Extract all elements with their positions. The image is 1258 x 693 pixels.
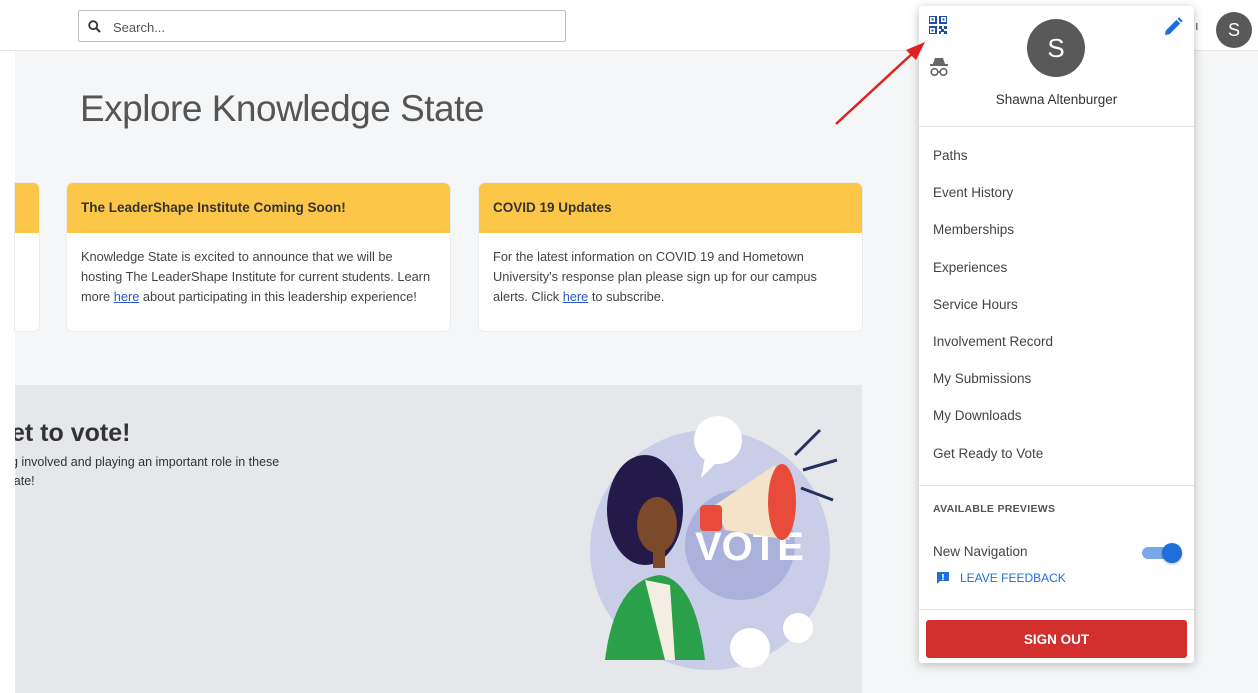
banner-title: et to vote! [15,419,131,447]
menu-item-event-history[interactable]: Event History [919,174,1194,211]
menu-item-involvement-record[interactable]: Involvement Record [919,323,1194,360]
menu-item-my-submissions[interactable]: My Submissions [919,360,1194,397]
available-previews-heading: AVAILABLE PREVIEWS [933,503,1056,515]
incognito-icon[interactable] [929,56,949,78]
card-body: Knowledge State is excited to announce t… [67,233,450,321]
new-navigation-label: New Navigation [933,544,1028,559]
card-text: about participating in this leadership e… [139,289,417,304]
edit-pencil-icon[interactable] [1163,17,1183,37]
menu-item-service-hours[interactable]: Service Hours [919,286,1194,323]
card-partial [15,183,39,331]
user-name: Shawna Altenburger [995,92,1118,107]
new-navigation-toggle[interactable] [1142,543,1182,563]
announcement-card-leadershape: The LeaderShape Institute Coming Soon! K… [67,183,450,331]
divider [919,485,1194,486]
card-title: COVID 19 Updates [479,183,862,233]
menu-item-memberships[interactable]: Memberships [919,211,1194,248]
menu-item-paths[interactable]: Paths [919,137,1194,174]
announcement-card-covid: COVID 19 Updates For the latest informat… [479,183,862,331]
card-title: The LeaderShape Institute Coming Soon! [67,183,450,233]
page-title: Explore Knowledge State [80,88,485,129]
card-partial-header [15,183,39,233]
search-box[interactable] [78,10,566,42]
qr-code-icon[interactable] [929,16,947,34]
banner-text-line: late! [15,474,35,488]
menu-item-experiences[interactable]: Experiences [919,249,1194,286]
user-avatar-button[interactable]: S [1216,12,1252,48]
vote-banner: et to vote! g involved and playing an im… [15,385,862,693]
sign-out-button[interactable]: SIGN OUT [926,620,1187,658]
user-menu-dropdown: S Shawna Altenburger Paths Event History… [919,6,1194,663]
feedback-label: LEAVE FEEDBACK [960,571,1066,585]
menu-item-my-downloads[interactable]: My Downloads [919,397,1194,434]
card-body: For the latest information on COVID 19 a… [479,233,862,321]
vote-illustration: VOTE [590,416,838,670]
divider [919,609,1194,610]
profile-menu: Paths Event History Memberships Experien… [919,137,1194,472]
topbar-partial-text: ı [1195,18,1199,33]
card-link-here[interactable]: here [114,289,140,304]
card-text: to subscribe. [588,289,665,304]
feedback-icon [937,572,949,584]
menu-item-get-ready-to-vote[interactable]: Get Ready to Vote [919,435,1194,472]
avatar-initial: S [1227,19,1240,40]
card-link-here[interactable]: here [563,289,589,304]
toggle-knob [1162,543,1182,563]
divider [919,126,1194,127]
profile-avatar: S [1027,19,1085,77]
leave-feedback-link[interactable]: LEAVE FEEDBACK [936,571,1066,585]
banner-text: g involved and playing an important role… [15,453,351,491]
avatar-initial: S [1047,32,1065,63]
search-icon [88,20,101,33]
banner-text-line: g involved and playing an important role… [15,455,280,469]
search-input[interactable] [111,16,555,38]
